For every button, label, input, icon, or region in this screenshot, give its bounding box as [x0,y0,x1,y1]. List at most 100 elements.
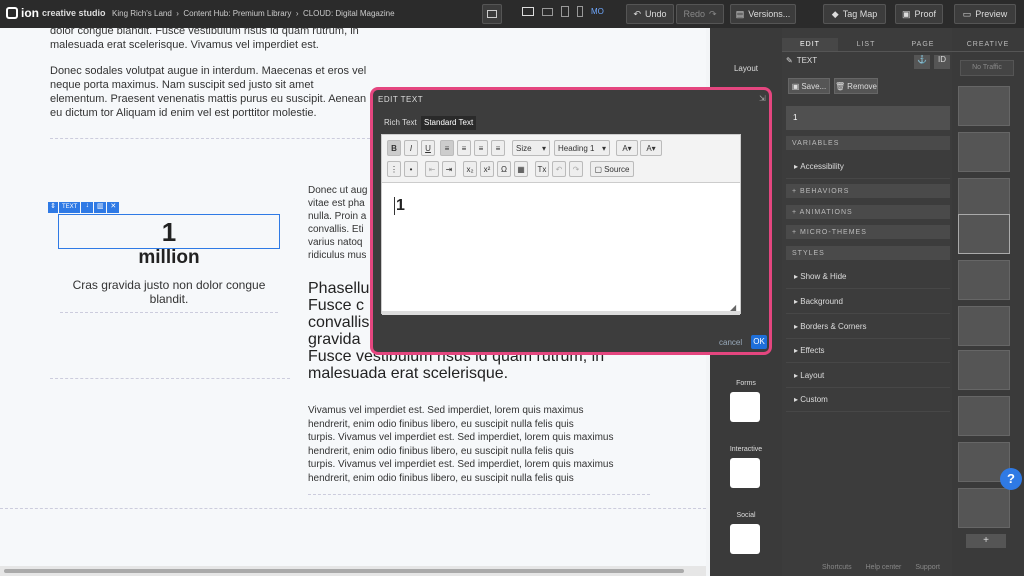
subscript-icon[interactable]: x₂ [463,161,477,177]
tab-edit[interactable]: EDIT [782,38,838,52]
horizontal-scrollbar[interactable] [0,566,706,576]
paragraph-2[interactable]: Donec sodales volutpat augue in interdum… [50,64,374,120]
text-color-button[interactable]: A▾ [616,140,638,156]
save-button[interactable]: ▣ Save... [788,78,830,94]
chat-icon[interactable] [730,524,760,554]
style-item-borders[interactable]: ▸ Borders & Corners [786,315,950,339]
redo-icon[interactable]: ↷ [569,161,583,177]
page-thumbnail-active[interactable] [958,214,1010,254]
accessibility-item[interactable]: ▸ Accessibility [786,155,950,179]
align-justify-icon[interactable]: ≡ [491,140,505,156]
breadcrumb[interactable]: King Rich's Land › Content Hub: Premium … [112,9,395,18]
help-center-link[interactable]: Help center [866,564,902,571]
page-thumbnail[interactable] [958,488,1010,528]
paragraph-1[interactable]: dolor congue blandit. Fusce vestibulum r… [50,28,370,52]
micro-themes-section[interactable]: + MICRO-THEMES [786,225,950,239]
trash-icon[interactable]: ✕ [107,202,120,213]
clear-format-icon[interactable]: Tx [535,161,549,177]
italic-button[interactable]: I [404,140,418,156]
style-item-effects[interactable]: ▸ Effects [786,339,950,363]
text-value-field[interactable]: 1 [786,106,950,130]
bold-button[interactable]: B [387,140,401,156]
anchor-icon[interactable]: ⚓ [914,55,930,69]
indent-icon[interactable]: ⇥ [442,161,456,177]
widget-category-social[interactable]: Social [710,512,782,519]
versions-button[interactable]: ▤ Versions... [730,4,796,24]
align-center-icon[interactable]: ≡ [457,140,471,156]
style-item-layout[interactable]: ▸ Layout [786,364,950,388]
remove-button[interactable]: 🗑 Remove [834,78,878,94]
preview-button[interactable]: ▭ Preview [954,4,1016,24]
editor-resize-bar[interactable] [382,311,740,315]
desktop-icon[interactable] [522,7,534,16]
undo-button[interactable]: ↶ Undo [626,4,674,24]
page-thumbnail[interactable] [958,306,1010,346]
undo-icon[interactable]: ↶ [552,161,566,177]
page-thumbnail[interactable] [958,350,1010,390]
body-paragraph[interactable]: Vivamus vel imperdiet est. Sed imperdiet… [308,404,648,490]
align-right-icon[interactable]: ≡ [474,140,488,156]
help-bubble-icon[interactable]: ? [1000,468,1022,490]
page-thumbnail[interactable] [958,132,1010,172]
add-page-button[interactable]: + [966,534,1006,548]
copy-icon[interactable]: ▥ [94,202,107,213]
move-handle-icon[interactable]: ⇕ [48,202,58,213]
page-thumbnail[interactable] [958,396,1010,436]
layout-toggle-button[interactable] [482,4,502,24]
tab-creative[interactable]: CREATIVE [952,38,1024,52]
outdent-icon[interactable]: ⇤ [425,161,439,177]
source-button[interactable]: ▢ Source [590,161,634,177]
arrow-down-icon[interactable]: ↓ [81,202,94,213]
bulleted-list-icon[interactable]: • [404,161,418,177]
tab-standard-text[interactable]: Standard Text [421,116,477,130]
tag-map-button[interactable]: ◆ Tag Map [823,4,886,24]
redo-button[interactable]: Redo ↷ [676,4,724,24]
laptop-icon[interactable] [542,7,553,16]
variables-section[interactable]: VARIABLES [786,136,950,150]
special-character-icon[interactable]: Ω [497,161,511,177]
animations-section[interactable]: + ANIMATIONS [786,205,950,219]
proof-button[interactable]: ▣ Proof [895,4,943,24]
mo-label[interactable]: MO [591,7,604,16]
styles-section[interactable]: STYLES [786,246,950,260]
forms-icon[interactable] [730,392,760,422]
page-thumbnail[interactable] [958,86,1010,126]
editor-content[interactable]: 1 [394,197,405,215]
play-icon[interactable] [730,458,760,488]
page-thumbnail[interactable] [958,260,1010,300]
tab-list[interactable]: LIST [838,38,894,52]
underline-button[interactable]: U [421,140,435,156]
background-color-button[interactable]: A▾ [640,140,662,156]
tablet-icon[interactable] [561,6,569,17]
style-item-background[interactable]: ▸ Background [786,290,950,314]
superscript-icon[interactable]: x² [480,161,494,177]
app-logo[interactable]: ion creative studio [6,6,106,20]
numbered-list-icon[interactable]: ⋮ [387,161,401,177]
tab-page[interactable]: PAGE [894,38,952,52]
widget-category-interactive[interactable]: Interactive [710,446,782,453]
stat-number[interactable]: 1 [162,217,176,247]
shortcuts-link[interactable]: Shortcuts [822,564,852,571]
tab-rich-text[interactable]: Rich Text [381,116,420,130]
traffic-selector[interactable]: No Traffic [960,60,1014,76]
style-item-show-hide[interactable]: ▸ Show & Hide [786,265,950,289]
id-button[interactable]: ID [934,55,950,69]
widget-category-layout[interactable]: Layout [710,64,782,73]
stat-caption[interactable]: Cras gravida justo non dolor congue blan… [58,278,280,306]
support-link[interactable]: Support [915,564,940,571]
size-dropdown[interactable]: Size ▾ [512,140,550,156]
ok-button[interactable]: OK [751,335,767,349]
selected-number-box[interactable]: 1 [58,214,280,249]
phone-icon[interactable] [577,6,583,17]
widget-category-forms[interactable]: Forms [710,380,782,387]
table-icon[interactable]: ▦ [514,161,528,177]
element-type-label[interactable]: TEXT [59,202,81,213]
right-paragraph[interactable]: Donec ut aug vitae est pha nulla. Proin … [308,184,378,262]
page-thumbnail[interactable] [958,178,1010,218]
collapse-icon[interactable]: ⇲ [759,94,766,103]
style-item-custom[interactable]: ▸ Custom [786,388,950,412]
resize-handle-icon[interactable]: ◢ [730,303,736,312]
cancel-link[interactable]: cancel [719,338,742,347]
behaviors-section[interactable]: + BEHAVIORS [786,184,950,198]
align-left-icon[interactable]: ≡ [440,140,454,156]
